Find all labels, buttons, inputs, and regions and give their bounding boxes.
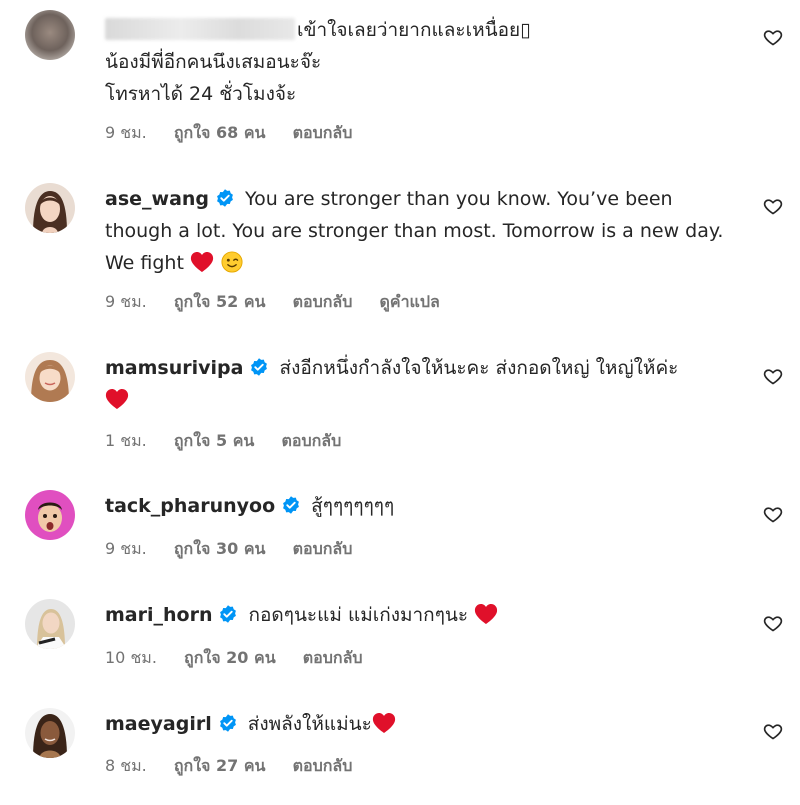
comment-time[interactable]: 9 ชม. xyxy=(105,539,147,558)
red-heart-icon xyxy=(105,388,129,410)
comment-meta: 9 ชม. ถูกใจ 52 คน ตอบกลับ ดูคำแปล xyxy=(105,290,462,315)
comment-username[interactable]: tack_pharunyoo xyxy=(105,495,275,517)
avatar[interactable] xyxy=(25,183,75,233)
likes-count[interactable]: ถูกใจ 68 คน xyxy=(174,123,266,142)
avatar[interactable] xyxy=(25,490,75,540)
winking-face-icon xyxy=(220,251,244,273)
likes-count[interactable]: ถูกใจ 52 คน xyxy=(174,292,266,311)
like-heart-icon[interactable] xyxy=(763,196,783,216)
comment-time[interactable]: 8 ชม. xyxy=(105,756,147,775)
comment-meta: 10 ชม. ถูกใจ 20 คน ตอบกลับ xyxy=(105,646,385,671)
verified-badge-icon xyxy=(251,358,268,376)
comment-meta: 9 ชม. ถูกใจ 68 คน ตอบกลับ xyxy=(105,121,374,146)
comment-text-line: เข้าใจเลยว่ายากและเหนื่อย xyxy=(297,19,521,41)
like-heart-icon[interactable] xyxy=(763,366,783,386)
unknown-glyph: ▯ xyxy=(520,19,531,41)
comment-time[interactable]: 1 ชม. xyxy=(105,431,147,450)
comment-meta: 9 ชม. ถูกใจ 30 คน ตอบกลับ xyxy=(105,537,374,562)
comment-meta: 8 ชม. ถูกใจ 27 คน ตอบกลับ xyxy=(105,754,374,779)
see-translation-button[interactable]: ดูคำแปล xyxy=(379,292,439,311)
reply-button[interactable]: ตอบกลับ xyxy=(293,756,353,775)
comment-time[interactable]: 10 ชม. xyxy=(105,648,157,667)
comment-username[interactable]: mamsurivipa xyxy=(105,357,243,379)
comment-username[interactable]: mari_horn xyxy=(105,604,212,626)
comment-username[interactable]: maeyagirl xyxy=(105,713,212,735)
avatar[interactable] xyxy=(25,599,75,649)
avatar[interactable] xyxy=(25,708,75,758)
reply-button[interactable]: ตอบกลับ xyxy=(281,431,341,450)
like-heart-icon[interactable] xyxy=(763,613,783,633)
avatar[interactable] xyxy=(25,10,75,60)
reply-button[interactable]: ตอบกลับ xyxy=(293,539,353,558)
red-heart-icon xyxy=(190,251,214,273)
comment-meta: 1 ชม. ถูกใจ 5 คน ตอบกลับ xyxy=(105,429,363,454)
reply-button[interactable]: ตอบกลับ xyxy=(303,648,363,667)
comment-text-line: โทรหาได้ 24 ชั่วโมงจ้ะ xyxy=(105,83,297,105)
likes-count[interactable]: ถูกใจ 27 คน xyxy=(174,756,266,775)
comment-text: ส่งอีกหนึ่งกำลังใจให้นะคะ ส่งกอดใหญ่ ใหญ… xyxy=(279,357,679,379)
verified-badge-icon xyxy=(220,605,237,623)
red-heart-icon xyxy=(474,603,498,625)
comment-text: สู้ๆๆๆๆๆๆๆ xyxy=(311,495,395,517)
username-blurred[interactable] xyxy=(105,18,295,40)
likes-count[interactable]: ถูกใจ 30 คน xyxy=(174,539,266,558)
verified-badge-icon xyxy=(283,496,300,514)
avatar[interactable] xyxy=(25,352,75,402)
likes-count[interactable]: ถูกใจ 20 คน xyxy=(184,648,276,667)
comment-time[interactable]: 9 ชม. xyxy=(105,292,147,311)
comment-text: กอดๆนะแม่ แม่เก่งมากๆนะ xyxy=(248,604,469,626)
comment-text: ส่งพลังให้แม่นะ xyxy=(247,713,372,735)
verified-badge-icon xyxy=(217,189,233,207)
red-heart-icon xyxy=(372,712,396,734)
comment-text-line: น้องมีพี่อีกคนนึงเสมอนะจ๊ะ xyxy=(105,51,322,73)
like-heart-icon[interactable] xyxy=(763,721,783,741)
likes-count[interactable]: ถูกใจ 5 คน xyxy=(174,431,254,450)
comment-username[interactable]: ase_wang xyxy=(105,188,209,210)
like-heart-icon[interactable] xyxy=(763,27,783,47)
reply-button[interactable]: ตอบกลับ xyxy=(293,292,353,311)
verified-badge-icon xyxy=(219,714,236,732)
comment-time[interactable]: 9 ชม. xyxy=(105,123,147,142)
reply-button[interactable]: ตอบกลับ xyxy=(293,123,353,142)
like-heart-icon[interactable] xyxy=(763,504,783,524)
